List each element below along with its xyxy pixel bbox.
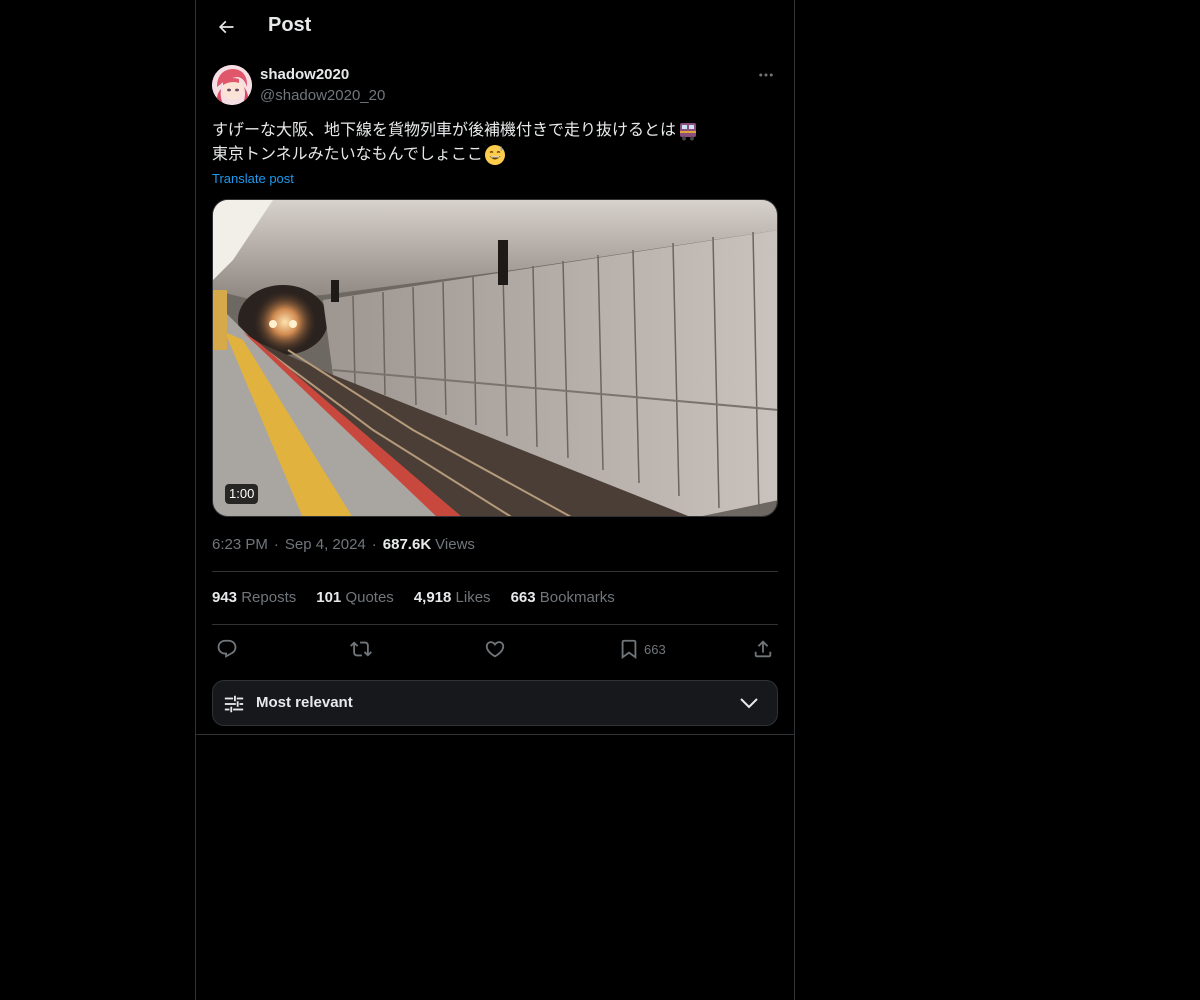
stat-count: 943	[212, 589, 238, 606]
top-header: Post	[196, 0, 794, 54]
reply-button[interactable]	[216, 636, 238, 662]
like-button[interactable]	[484, 636, 506, 662]
stat-likes[interactable]: 4,918 Likes	[414, 589, 491, 606]
post-date[interactable]: Sep 4, 2024	[285, 536, 366, 553]
stat-label: Bookmarks	[539, 589, 615, 606]
post-stats: 943 Reposts 101 Quotes 4,918 Likes 663 B…	[212, 589, 635, 606]
stat-label: Quotes	[345, 589, 394, 606]
chevron-down-icon	[740, 698, 758, 709]
meta-separator: ·	[273, 536, 279, 553]
video-duration-badge: 1:00	[225, 484, 259, 504]
repost-icon	[350, 641, 372, 657]
sweat-smile-emoji-icon	[484, 145, 505, 165]
post-author: shadow2020 @shadow2020_20	[212, 64, 778, 108]
reply-sort-dropdown[interactable]: Most relevant	[212, 680, 778, 726]
stat-label: Reposts	[241, 589, 297, 606]
post-actions: 663	[212, 636, 778, 662]
back-button[interactable]	[208, 9, 244, 45]
post-text-line-1: すげーな大阪、地下線を貨物列車が後補機付きで走り抜けるとは	[212, 119, 778, 143]
train-emoji-icon	[680, 123, 697, 141]
post-meta: 6:23 PM · Sep 4, 2024 · 687.6K Views	[212, 536, 475, 553]
more-horizontal-icon	[759, 73, 773, 77]
views-label: Views	[435, 536, 475, 553]
sliders-icon	[224, 695, 244, 713]
post-text-line-1-content: すげーな大阪、地下線を貨物列車が後補機付きで走り抜けるとは	[212, 122, 677, 139]
share-icon	[754, 640, 772, 658]
meta-separator: ·	[371, 536, 377, 553]
post-text: すげーな大阪、地下線を貨物列車が後補機付きで走り抜けるとは 東京トンネルみたいな…	[212, 119, 778, 167]
stat-bookmarks[interactable]: 663 Bookmarks	[511, 589, 615, 606]
stat-count: 101	[316, 589, 342, 606]
views-count: 687.6K	[382, 536, 432, 553]
post-text-line-2: 東京トンネルみたいなもんでしょここ	[212, 143, 778, 167]
stat-reposts[interactable]: 943 Reposts	[212, 589, 296, 606]
more-options-button[interactable]	[754, 64, 778, 86]
video-thumbnail	[213, 200, 777, 516]
stat-count: 4,918	[413, 589, 452, 606]
post-text-line-2-content: 東京トンネルみたいなもんでしょここ	[212, 146, 483, 163]
author-display-name[interactable]: shadow2020	[260, 66, 349, 83]
author-handle[interactable]: @shadow2020_20	[260, 87, 385, 104]
translate-post-link[interactable]: Translate post	[212, 171, 294, 186]
share-button[interactable]	[752, 636, 774, 662]
avatar[interactable]	[212, 65, 252, 105]
video-player[interactable]: 1:00	[212, 199, 778, 517]
reply-icon	[217, 639, 237, 658]
bookmark-count: 663	[644, 641, 666, 657]
sort-label: Most relevant	[256, 694, 353, 711]
divider	[212, 624, 778, 625]
bookmark-icon	[621, 639, 637, 660]
repost-button[interactable]	[350, 636, 372, 662]
bookmark-button[interactable]: 663	[618, 636, 666, 662]
section-divider	[196, 734, 794, 735]
stat-count: 663	[510, 589, 536, 606]
post-time[interactable]: 6:23 PM	[212, 536, 268, 553]
divider	[212, 571, 778, 572]
arrow-left-icon	[218, 20, 234, 34]
stat-quotes[interactable]: 101 Quotes	[316, 589, 394, 606]
stat-label: Likes	[455, 589, 491, 606]
heart-icon	[485, 641, 505, 658]
avatar-image	[212, 65, 252, 105]
page-title: Post	[268, 14, 312, 36]
main-column: Post shadow2020 @shadow2020_20 すげーな大阪、地下…	[195, 0, 795, 1000]
